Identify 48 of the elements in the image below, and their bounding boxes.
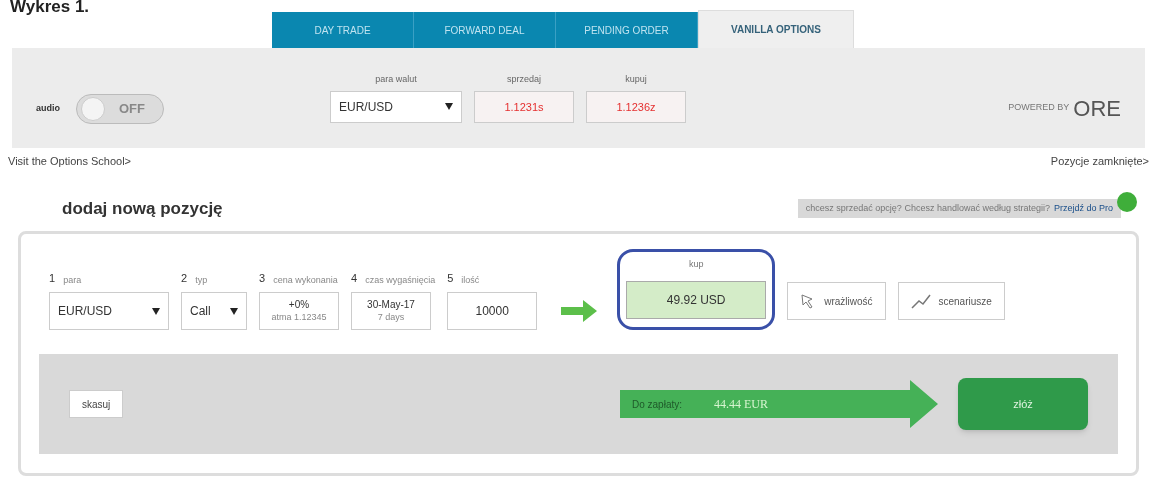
field-value: 30-May-17 bbox=[367, 299, 415, 312]
field-label: kup bbox=[688, 257, 704, 271]
cancel-button[interactable]: skasuj bbox=[69, 390, 124, 418]
link[interactable]: Przejdź do Pro bbox=[1053, 201, 1113, 215]
field-label: para bbox=[63, 274, 82, 287]
field-subvalue: 7 days bbox=[377, 311, 405, 323]
value-box[interactable]: 30-May-17 7 days bbox=[351, 292, 431, 330]
arrow-icon bbox=[561, 300, 598, 322]
link[interactable]: Pozycje zamknięte> bbox=[1050, 153, 1149, 170]
step-number: 3 bbox=[259, 271, 266, 286]
link[interactable]: Visit the Options School> bbox=[8, 153, 131, 170]
field-label: sprzedaj bbox=[507, 73, 541, 87]
powered-by-text: POWERED BY bbox=[1008, 101, 1070, 115]
due-value: 44.44 EUR bbox=[714, 396, 769, 413]
field-subvalue: atma 1.12345 bbox=[271, 311, 327, 323]
amount-field[interactable]: 10000 bbox=[447, 292, 538, 330]
badge-icon bbox=[1117, 192, 1137, 213]
price-box[interactable]: 1.1231s bbox=[474, 90, 574, 123]
field-label: cena wykonania bbox=[273, 274, 338, 287]
field-label: czas wygaśnięcia bbox=[365, 274, 436, 287]
due-label: Do zapłaty: bbox=[632, 397, 683, 412]
caption: Wykres 1. bbox=[10, 0, 90, 18]
step-number: 5 bbox=[447, 271, 454, 286]
banner-text: chcesz sprzedać opcję? Chcesz handlować według strategii? bbox=[805, 201, 1050, 215]
field-label: kupuj bbox=[625, 73, 647, 87]
caret-icon bbox=[445, 103, 453, 111]
field-label: typ bbox=[195, 274, 208, 287]
field-label: para walut bbox=[375, 73, 417, 87]
step-number: 1 bbox=[49, 271, 56, 286]
select-field[interactable]: Call bbox=[181, 292, 247, 330]
brand-logo: ORE bbox=[1073, 94, 1121, 123]
action-button[interactable]: scenariusze bbox=[897, 282, 1005, 320]
select-field[interactable]: EUR/USD bbox=[49, 292, 169, 330]
pair-select[interactable]: EUR/USD bbox=[330, 90, 462, 123]
caret-icon bbox=[230, 307, 238, 315]
tab[interactable]: VANILLA OPTIONS bbox=[698, 10, 854, 48]
action-button[interactable]: wrażliwość bbox=[787, 282, 886, 320]
section-title: dodaj nową pozycję bbox=[62, 197, 223, 220]
field-label: ilość bbox=[461, 274, 480, 287]
step-number: 4 bbox=[351, 271, 358, 286]
step-number: 2 bbox=[181, 271, 188, 286]
price-value: 49.92 USD bbox=[626, 281, 767, 319]
toggle-label: audio bbox=[36, 102, 60, 116]
caret-icon bbox=[152, 307, 160, 315]
value-box[interactable]: +0% atma 1.12345 bbox=[259, 292, 339, 330]
trend-icon bbox=[910, 293, 931, 309]
field-value: +0% bbox=[288, 299, 310, 312]
price-box[interactable]: 1.1236z bbox=[586, 90, 686, 123]
